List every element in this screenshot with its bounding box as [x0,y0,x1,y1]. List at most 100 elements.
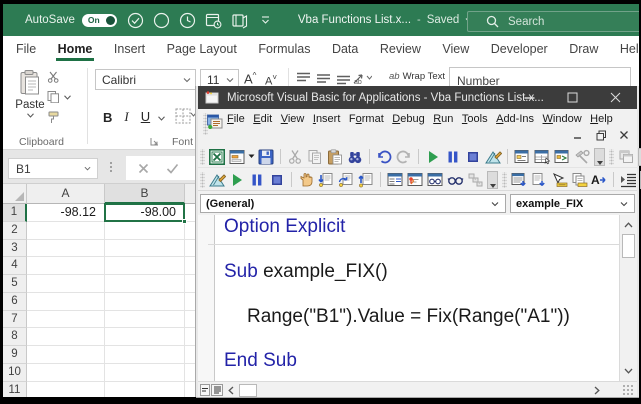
borders-button[interactable] [175,108,197,124]
bold-button[interactable]: B [103,110,112,125]
vba-titlebar[interactable]: Microsoft Visual Basic for Applications … [198,86,637,109]
print-preview-icon[interactable] [205,12,222,29]
code-line-4[interactable] [224,283,619,305]
locals-window-icon[interactable] [386,171,404,188]
vertical-scroll-thumb[interactable] [622,234,635,258]
align-top-icon[interactable] [296,72,311,85]
minimize-icon[interactable] [508,86,551,109]
search-box[interactable]: Search [467,11,639,32]
tab-formulas[interactable]: Formulas [248,36,320,62]
maximize-icon[interactable] [551,86,594,109]
horizontal-scroll-thumb[interactable] [239,384,257,397]
row-header-4[interactable]: 4 [3,257,27,275]
vba-menu-run[interactable]: Run [431,109,455,129]
cell-A6[interactable] [27,293,105,311]
cell-A5[interactable] [27,275,105,293]
cell-B11[interactable] [105,382,185,398]
vba-menu-tools[interactable]: Tools [460,109,490,129]
vba-menu-edit[interactable]: Edit [251,109,274,129]
copy-icon[interactable] [306,148,324,165]
complete-word-icon[interactable]: A [590,171,608,188]
cut-button[interactable] [47,71,71,83]
cell-B5[interactable] [105,275,185,293]
quick-info-icon[interactable] [550,171,568,188]
toolbar-grip[interactable] [200,149,205,165]
view-excel-icon[interactable] [208,148,226,165]
customize-qat-chevron-icon[interactable] [257,12,274,29]
procedure-view-button[interactable] [200,384,210,396]
cell-B7[interactable] [105,311,185,329]
format-painter-button[interactable] [47,111,71,124]
toolbar-grip[interactable] [502,172,507,188]
formula-bar-grip[interactable] [110,162,112,172]
immediate-window-icon[interactable] [406,171,424,188]
code-line-5[interactable]: Range("B1").Value = Fix(Range("A1")) [224,306,619,328]
vba-menu-add-ins[interactable]: Add-Ins [494,109,536,129]
indent-icon[interactable] [619,171,637,188]
project-explorer-icon[interactable] [513,148,531,165]
windows-icon[interactable] [617,148,635,165]
code-line-3[interactable]: Sub example_FIX() [224,261,619,283]
row-header-10[interactable]: 10 [3,364,27,382]
row-header-8[interactable]: 8 [3,328,27,346]
code-line-1[interactable]: Option Explicit [224,216,619,238]
dialog-launcher-icon[interactable] [150,137,159,146]
stop-icon[interactable] [268,171,286,188]
resize-grip[interactable] [622,384,634,395]
italic-button[interactable]: I [124,109,128,125]
full-module-view-button[interactable] [211,384,223,396]
clock-history-icon[interactable] [179,12,196,29]
fill-handle[interactable] [182,219,187,224]
cell-B9[interactable] [105,346,185,364]
object-browser-icon[interactable] [553,148,571,165]
mdi-restore-icon[interactable] [594,128,608,142]
step-into-icon[interactable] [317,171,335,188]
orientation-icon[interactable]: ab [352,71,372,86]
save-icon[interactable] [257,148,275,165]
tab-file[interactable]: File [6,36,46,62]
cell-B2[interactable] [105,222,185,240]
mdi-minimize-icon[interactable] [571,128,585,142]
cell-A3[interactable] [27,240,105,258]
autosave-toggle[interactable]: On [82,14,117,27]
code-window-icon[interactable] [207,114,223,129]
column-header-b[interactable]: B [105,184,185,204]
paste-icon[interactable] [326,148,344,165]
row-header-7[interactable]: 7 [3,311,27,329]
cell-A4[interactable] [27,257,105,275]
tab-data[interactable]: Data [322,36,368,62]
align-bottom-icon[interactable] [336,72,351,85]
undo-circle-icon[interactable] [153,12,170,29]
cell-B4[interactable] [105,257,185,275]
enter-check-icon[interactable] [166,163,179,174]
parameter-info-icon[interactable] [570,171,588,188]
quick-watch-icon[interactable] [446,171,464,188]
design-mode-icon[interactable] [484,148,502,165]
cell-B3[interactable] [105,240,185,258]
vba-menu-insert[interactable]: Insert [311,109,343,129]
pause-icon[interactable] [444,148,462,165]
copy-button[interactable] [47,91,71,103]
align-middle-icon[interactable] [316,72,331,85]
cell-A9[interactable] [27,346,105,364]
call-stack-icon[interactable] [466,171,484,188]
cell-B10[interactable] [105,364,185,382]
cell-B6[interactable] [105,293,185,311]
tab-view[interactable]: View [432,36,479,62]
tab-page-layout[interactable]: Page Layout [157,36,247,62]
dropdown-arrow-icon[interactable] [247,154,256,159]
cut-icon[interactable] [286,148,304,165]
pause-icon[interactable] [248,171,266,188]
wrap-text-button[interactable]: ab Wrap Text [389,71,445,82]
step-over-icon[interactable] [337,171,355,188]
save-check-icon[interactable] [127,12,144,29]
object-combo[interactable]: (General) [200,194,506,213]
cell-A8[interactable] [27,328,105,346]
tab-developer[interactable]: Developer [481,36,558,62]
underline-button[interactable]: U [141,109,150,124]
undo-icon[interactable] [375,148,393,165]
cell-B8[interactable] [105,328,185,346]
vertical-scrollbar[interactable] [619,215,637,381]
toolbar-grip[interactable] [609,149,614,165]
row-header-3[interactable]: 3 [3,240,27,258]
